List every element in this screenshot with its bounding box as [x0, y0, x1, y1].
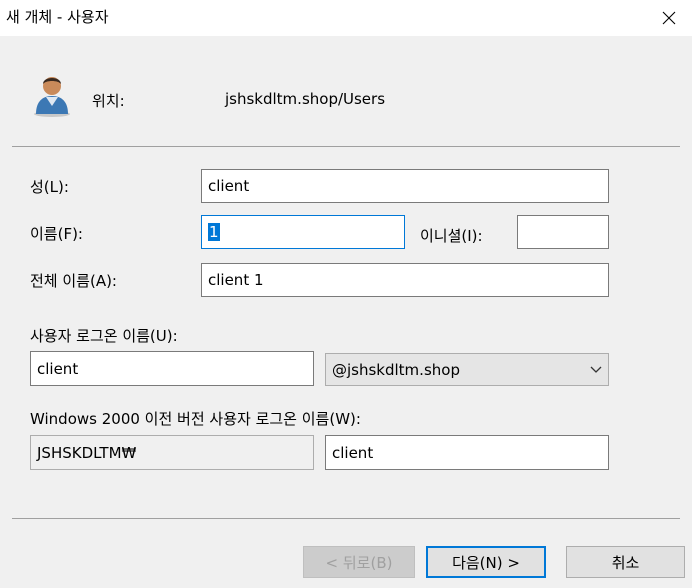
initials-field[interactable]: [517, 215, 609, 249]
title-bar: 새 개체 - 사용자: [0, 0, 692, 36]
chevron-down-icon: [590, 366, 602, 373]
full-name-field[interactable]: client 1: [201, 263, 609, 297]
next-button-label: 다음(N) >: [452, 553, 520, 572]
location-label: 위치:: [92, 92, 125, 110]
close-button[interactable]: [646, 0, 692, 36]
domain-select[interactable]: @jshskdltm.shop: [325, 353, 609, 386]
back-button-label: < 뒤로(B): [325, 553, 393, 572]
initials-label: 이니셜(I):: [420, 227, 483, 245]
first-name-value: 1: [208, 223, 220, 241]
logon-name-field[interactable]: client: [30, 351, 314, 386]
full-name-label: 전체 이름(A):: [30, 272, 117, 290]
logon-name-value: client: [37, 359, 79, 378]
back-button[interactable]: < 뒤로(B): [303, 546, 415, 578]
pre2000-domain-value: JSHSKDLTM₩: [37, 443, 137, 462]
first-name-label: 이름(F):: [30, 225, 83, 243]
divider-bottom: [12, 518, 680, 519]
user-icon: [30, 70, 74, 118]
pre2000-domain-field: JSHSKDLTM₩: [30, 435, 314, 470]
divider-top: [12, 146, 680, 147]
logon-name-label: 사용자 로그온 이름(U):: [30, 327, 178, 345]
next-button[interactable]: 다음(N) >: [426, 546, 546, 578]
cancel-button[interactable]: 취소: [566, 546, 685, 578]
last-name-label: 성(L):: [30, 178, 69, 196]
last-name-field[interactable]: client: [201, 169, 609, 203]
domain-value: @jshskdltm.shop: [332, 360, 460, 379]
pre2000-logon-field[interactable]: client: [325, 435, 609, 470]
location-value: jshskdltm.shop/Users: [225, 90, 386, 108]
window-title: 새 개체 - 사용자: [6, 8, 109, 26]
full-name-value: client 1: [208, 271, 264, 289]
last-name-value: client: [208, 177, 250, 195]
pre2000-label: Windows 2000 이전 버전 사용자 로그온 이름(W):: [30, 410, 361, 428]
first-name-field[interactable]: 1: [201, 215, 405, 249]
close-icon: [662, 11, 676, 25]
cancel-button-label: 취소: [611, 553, 640, 572]
pre2000-logon-value: client: [332, 443, 374, 462]
